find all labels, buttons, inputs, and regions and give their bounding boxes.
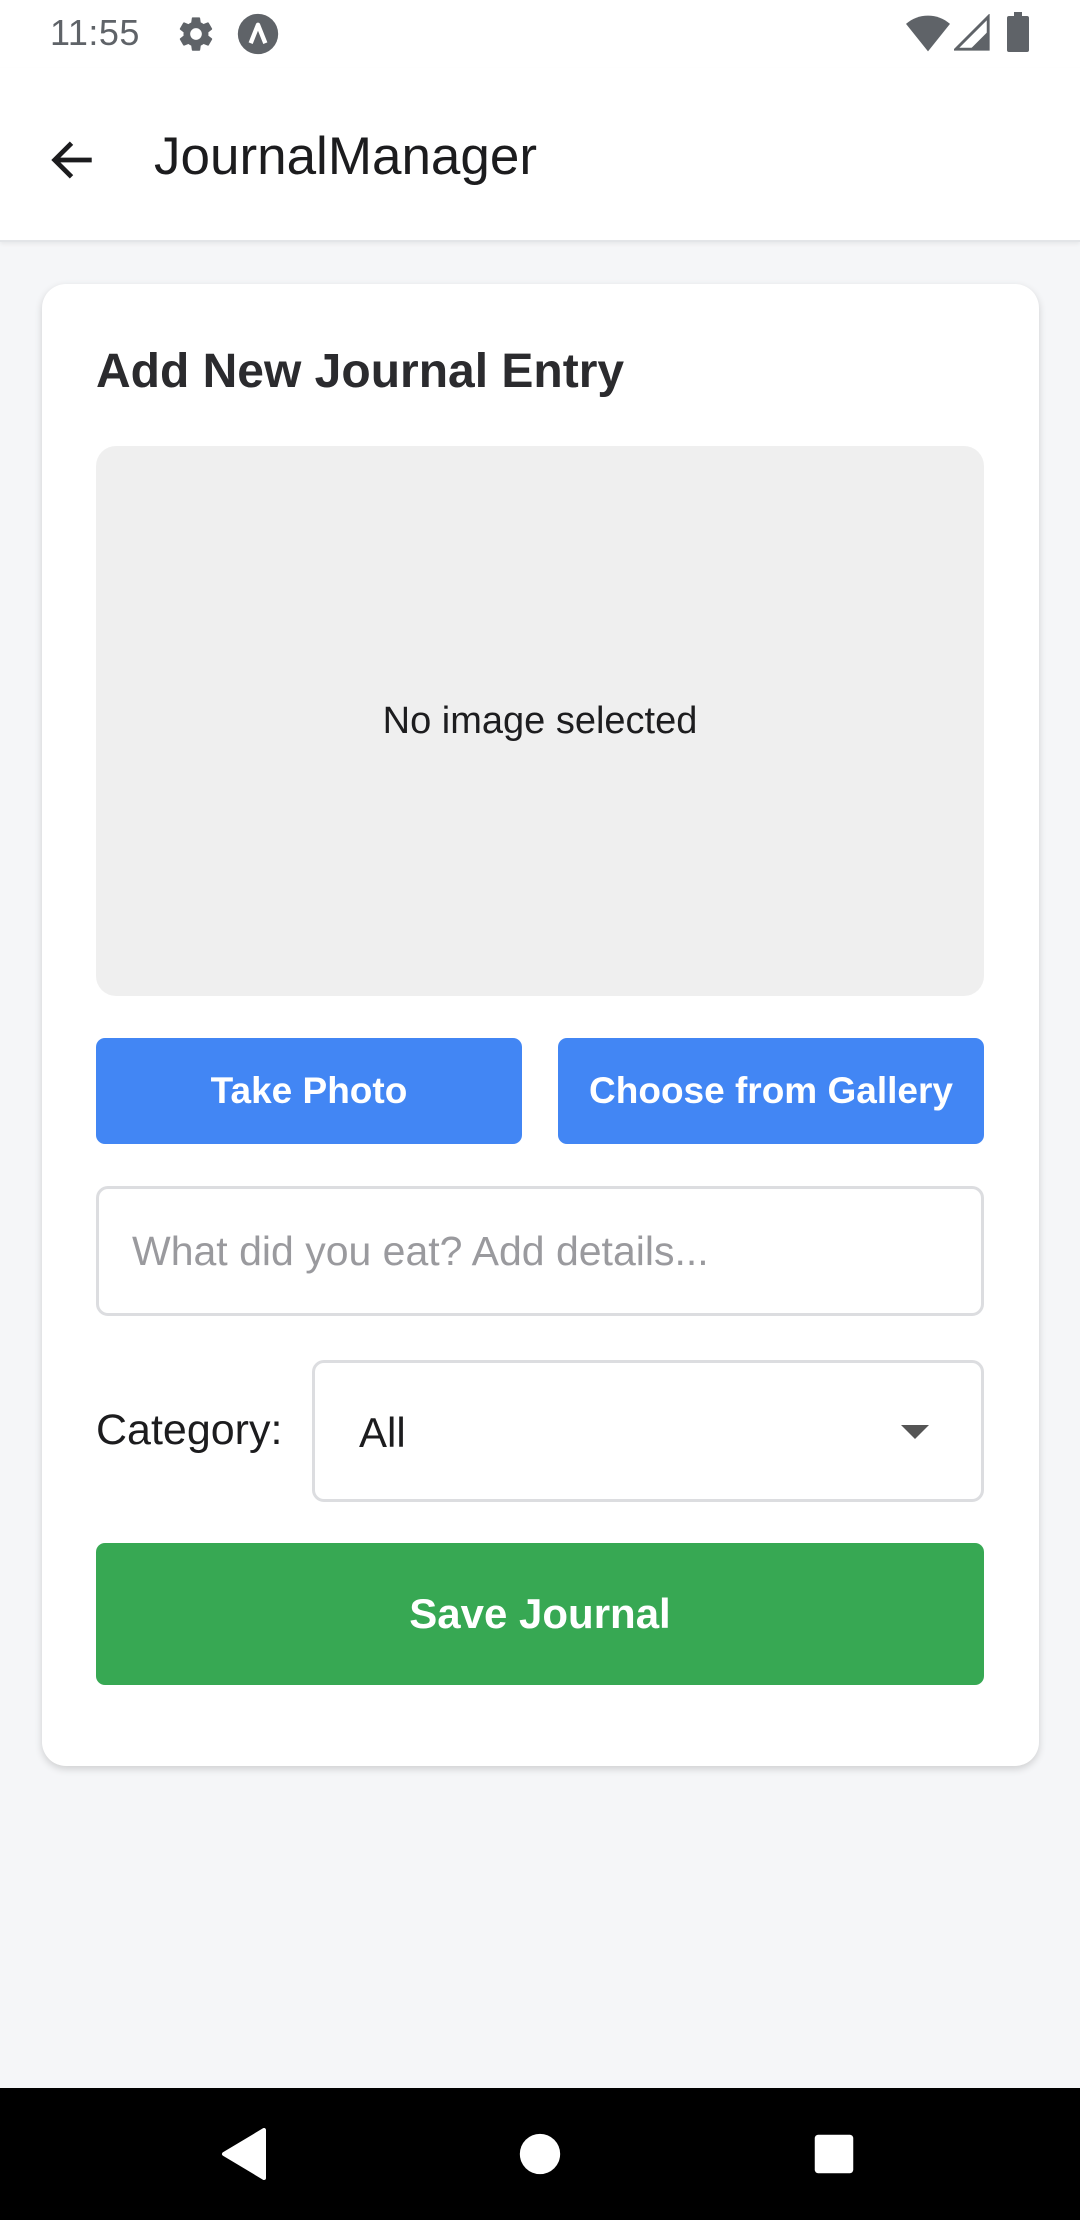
nav-back-button[interactable] [208,2118,280,2190]
arrow-left-icon [51,141,92,179]
form-heading: Add New Journal Entry [96,345,625,398]
image-placeholder-text: No image selected [382,699,698,742]
home-circle-icon [519,2133,561,2175]
details-input[interactable] [96,1186,984,1316]
save-journal-button[interactable]: Save Journal [96,1543,984,1685]
status-bar: 11:55 [0,0,1080,68]
app-title: JournalManager [154,127,538,186]
dropdown-caret-icon [901,1425,929,1439]
battery-icon [1006,12,1030,57]
category-label: Category: [96,1406,283,1454]
settings-icon [176,14,216,59]
category-dropdown[interactable]: All [312,1360,984,1502]
image-preview: No image selected [96,446,984,996]
system-nav-bar [0,2088,1080,2220]
recents-square-icon [814,2134,854,2174]
journal-entry-card: Add New Journal Entry No image selected … [42,284,1039,1766]
take-photo-button[interactable]: Take Photo [96,1038,522,1144]
signal-icon [952,13,990,57]
nav-recents-button[interactable] [798,2118,870,2190]
app-a-icon [236,12,280,61]
wifi-icon [906,14,950,57]
choose-from-gallery-button[interactable]: Choose from Gallery [558,1038,984,1144]
status-time: 11:55 [50,12,140,53]
app-bar: JournalManager [0,68,1080,242]
back-triangle-icon [222,2128,266,2180]
category-selected-value: All [359,1409,406,1456]
nav-home-button[interactable] [504,2118,576,2190]
back-button[interactable] [30,118,114,202]
